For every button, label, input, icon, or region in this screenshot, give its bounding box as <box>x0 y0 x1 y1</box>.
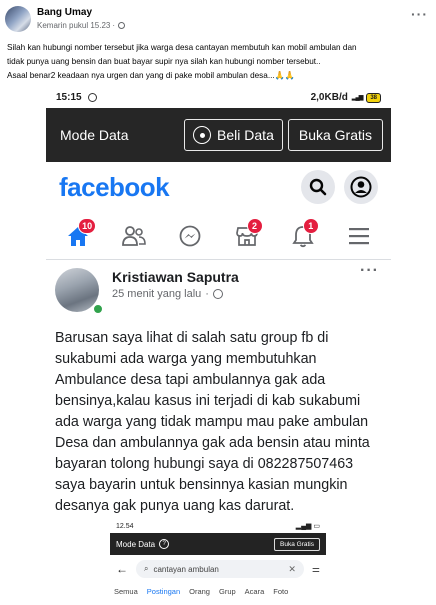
nav-friends[interactable] <box>114 216 154 256</box>
post-timestamp[interactable]: Kemarin pukul 15.23 <box>37 21 110 30</box>
inner-more-options-icon[interactable]: ··· <box>360 262 379 280</box>
friends-icon <box>122 225 147 246</box>
network-speed: 2,0KB/d <box>310 92 348 103</box>
menu-icon <box>348 227 369 244</box>
clear-icon: ✕ <box>288 563 296 574</box>
back-arrow-icon: ← <box>116 562 128 576</box>
nav-home[interactable]: 10 <box>58 216 98 256</box>
post-caption: Silah kan hubungi nomber tersebut jika w… <box>7 41 431 83</box>
author-name[interactable]: Bang Umay <box>37 7 92 18</box>
meta-separator: · <box>112 21 116 30</box>
marketplace-badge: 2 <box>246 217 263 234</box>
nested-mode-title: Mode Data <box>116 539 156 549</box>
buy-data-label: Beli Data <box>217 127 274 143</box>
nested-screenshot[interactable]: 12.54 ▂▄▆ ▭ Mode Data ? Buka Gratis ← ⌕ … <box>110 519 326 605</box>
search-icon[interactable] <box>301 170 335 204</box>
nested-tab: Grup <box>218 586 236 596</box>
nav-marketplace[interactable]: 2 <box>227 216 267 256</box>
attached-screenshot[interactable]: 15:15 2,0KB/d ▂▄▆ 38 Mode Data Beli Data… <box>46 87 391 605</box>
nested-free-button: Buka Gratis <box>274 537 320 551</box>
globe-icon <box>118 22 126 29</box>
nav-notifications[interactable]: 1 <box>283 216 323 256</box>
inner-post-time[interactable]: 25 menit yang lalu <box>112 288 201 300</box>
buy-data-button[interactable]: Beli Data <box>184 119 283 151</box>
inner-post-meta: 25 menit yang lalu · <box>112 288 223 300</box>
data-mode-bar: Mode Data Beli Data Buka Gratis <box>46 108 391 162</box>
nested-tab: Foto <box>273 586 289 596</box>
nested-search-icon: ⌕ <box>144 564 149 573</box>
nested-status-bar: 12.54 ▂▄▆ ▭ <box>110 519 326 533</box>
mode-title: Mode Data <box>60 127 129 143</box>
nested-search-field: ⌕ cantayan ambulan ✕ <box>136 560 304 578</box>
post-header: Bang Umay Kemarin pukul 15.23 · ··· <box>0 0 436 38</box>
nested-tab: Semua <box>114 586 138 596</box>
caption-line: Silah kan hubungi nomber tersebut jika w… <box>7 43 357 52</box>
nested-tab: Acara <box>244 586 265 596</box>
author-avatar[interactable] <box>5 6 31 32</box>
notification-badge: 1 <box>302 217 319 234</box>
globe-icon <box>212 289 223 299</box>
sync-icon <box>87 93 97 102</box>
broadcast-icon <box>193 126 212 144</box>
inner-post-body: Barusan saya lihat di salah satu group f… <box>55 330 370 514</box>
home-badge: 10 <box>78 217 97 234</box>
facebook-logo[interactable]: facebook <box>59 172 292 203</box>
nested-search-query: cantayan ambulan <box>153 564 219 574</box>
more-options-icon[interactable]: ··· <box>411 6 428 22</box>
inner-post-separator: · <box>205 288 209 300</box>
nested-tab: Orang <box>189 586 210 596</box>
nested-search-tabs: Semua Postingan Orang Grup Acara Foto <box>110 583 326 599</box>
nav-menu[interactable] <box>339 216 379 256</box>
inner-post-author[interactable]: Kristiawan Saputra <box>112 269 239 285</box>
account-icon[interactable] <box>344 170 378 204</box>
messenger-icon <box>179 225 201 246</box>
battery-indicator: 38 <box>366 92 381 103</box>
status-time: 15:15 <box>56 92 82 103</box>
help-icon: ? <box>159 539 170 549</box>
nav-messenger[interactable] <box>170 216 210 256</box>
nested-tab-active: Postingan <box>146 586 181 596</box>
status-bar: 15:15 2,0KB/d ▂▄▆ 38 <box>46 87 391 108</box>
online-status-dot <box>92 303 104 315</box>
nested-time: 12.54 <box>116 522 134 530</box>
signal-icon: ▂▄▆ <box>351 95 364 101</box>
nested-mode-bar: Mode Data ? Buka Gratis <box>110 533 326 555</box>
facebook-nav: 10 2 1 <box>46 212 391 260</box>
nested-signal-icon: ▂▄▆ ▭ <box>295 523 320 530</box>
caption-line: tidak punya uang bensin dan buat bayar s… <box>7 57 321 66</box>
caption-line: Asaal benar2 keadaan nya urgen dan yang … <box>7 71 296 80</box>
filter-icon: ⚌ <box>311 563 320 574</box>
nested-search-row: ← ⌕ cantayan ambulan ✕ ⚌ <box>110 555 326 583</box>
facebook-header: facebook <box>46 162 391 212</box>
free-mode-button[interactable]: Buka Gratis <box>287 119 383 151</box>
post-meta: Kemarin pukul 15.23 · <box>37 21 126 30</box>
